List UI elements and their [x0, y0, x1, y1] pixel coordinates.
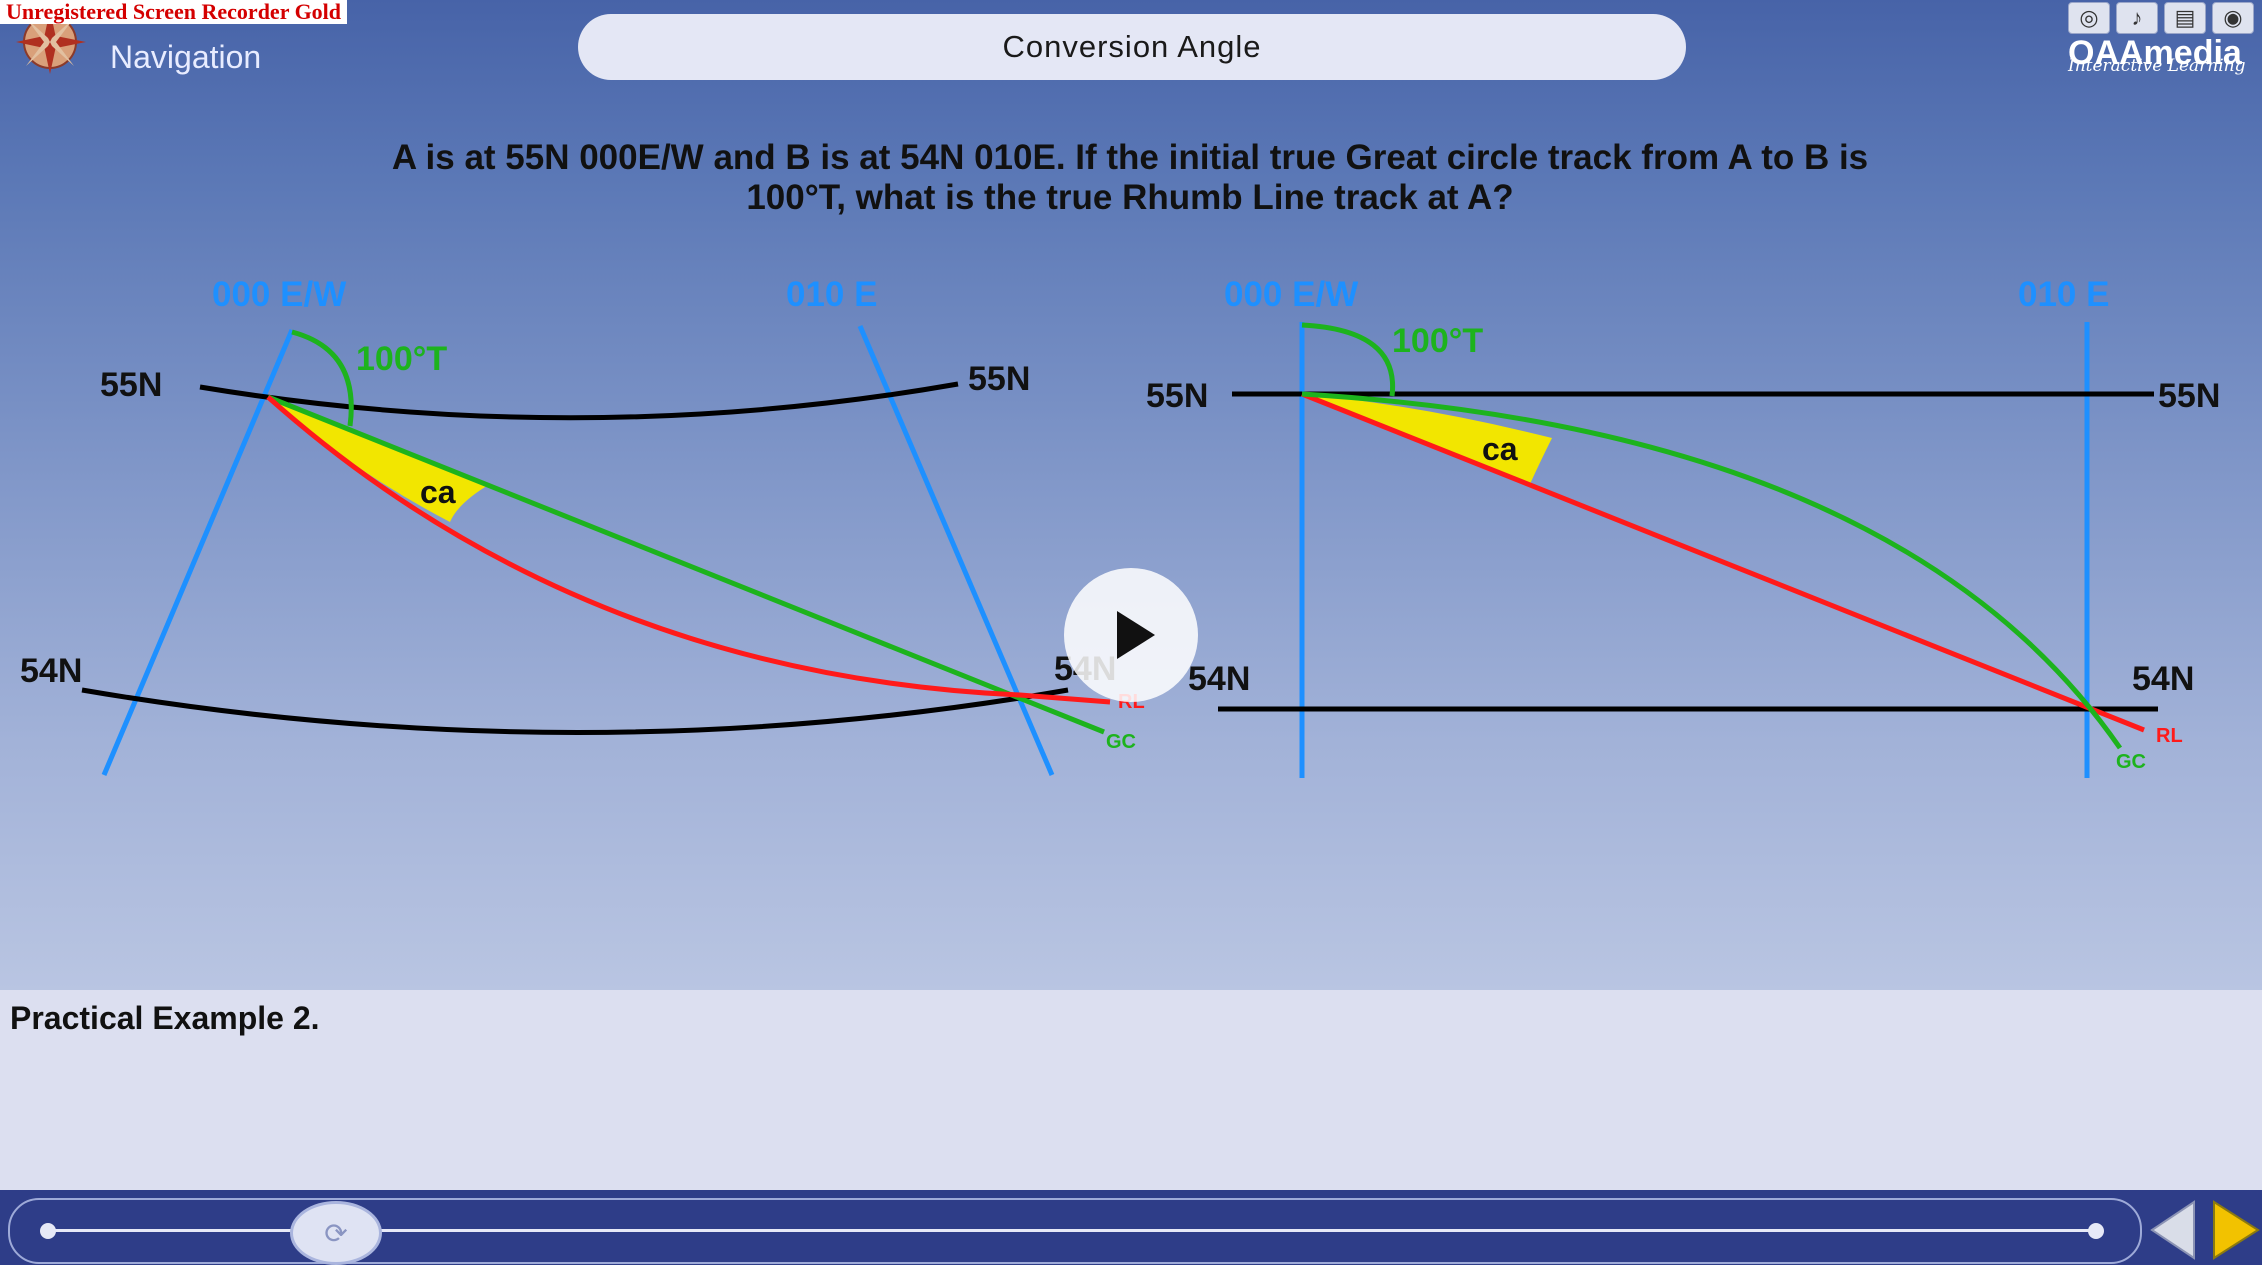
progress-thumb[interactable]: ⟳ [290, 1201, 382, 1265]
left-diagram: 000 E/W 010 E 55N 55N 54N 54N 100°T ca R… [20, 275, 1145, 776]
left-great-circle [267, 394, 1105, 735]
left-rhumb-line [266, 395, 1111, 705]
left-ca-label: ca [420, 474, 456, 510]
progress-end-dot [2088, 1223, 2104, 1239]
left-parallel-54 [81, 687, 1069, 735]
right-diagram: 000 E/W 010 E 55N 55N 54N 54N 100°T ca R… [1146, 275, 2220, 778]
recorder-watermark: Unregistered Screen Recorder Gold [0, 0, 348, 24]
play-button[interactable] [1064, 568, 1198, 702]
caption-text: Practical Example 2. [10, 1000, 320, 1036]
left-angle-label: 100°T [356, 340, 447, 378]
right-angle-label: 100°T [1392, 322, 1483, 360]
next-arrow-icon[interactable] [2213, 1200, 2260, 1260]
left-lat55-right: 55N [968, 360, 1030, 398]
left-lat55-left: 55N [100, 366, 162, 404]
left-meridian-b-label: 010 E [786, 275, 877, 314]
right-angle-arc [1301, 322, 1396, 397]
left-lat54-left: 54N [20, 652, 82, 690]
right-meridian-a-label: 000 E/W [1224, 275, 1358, 314]
right-lat55-right: 55N [2158, 377, 2220, 415]
progress-start-dot [40, 1223, 56, 1239]
right-rl-label: RL [2156, 725, 2183, 747]
right-lat54-left: 54N [1188, 660, 1250, 698]
right-ca-label: ca [1482, 431, 1518, 467]
diagrams: 000 E/W 010 E 55N 55N 54N 54N 100°T ca R… [20, 275, 2220, 778]
prev-arrow-icon[interactable] [2150, 1200, 2195, 1260]
right-lat54-right: 54N [2132, 660, 2194, 698]
play-icon [1117, 611, 1155, 659]
nav-arrows [2150, 1200, 2260, 1260]
right-lat55-left: 55N [1146, 377, 1208, 415]
right-great-circle [1301, 391, 2123, 750]
right-meridian-b-label: 010 E [2018, 275, 2109, 314]
thumb-icon: ⟳ [324, 1217, 348, 1249]
left-meridian-a-label: 000 E/W [212, 275, 346, 314]
right-gc-label: GC [2116, 751, 2146, 773]
left-gc-label: GC [1106, 731, 1136, 753]
caption-panel [0, 990, 2262, 1190]
right-rhumb-line [1301, 391, 2145, 733]
